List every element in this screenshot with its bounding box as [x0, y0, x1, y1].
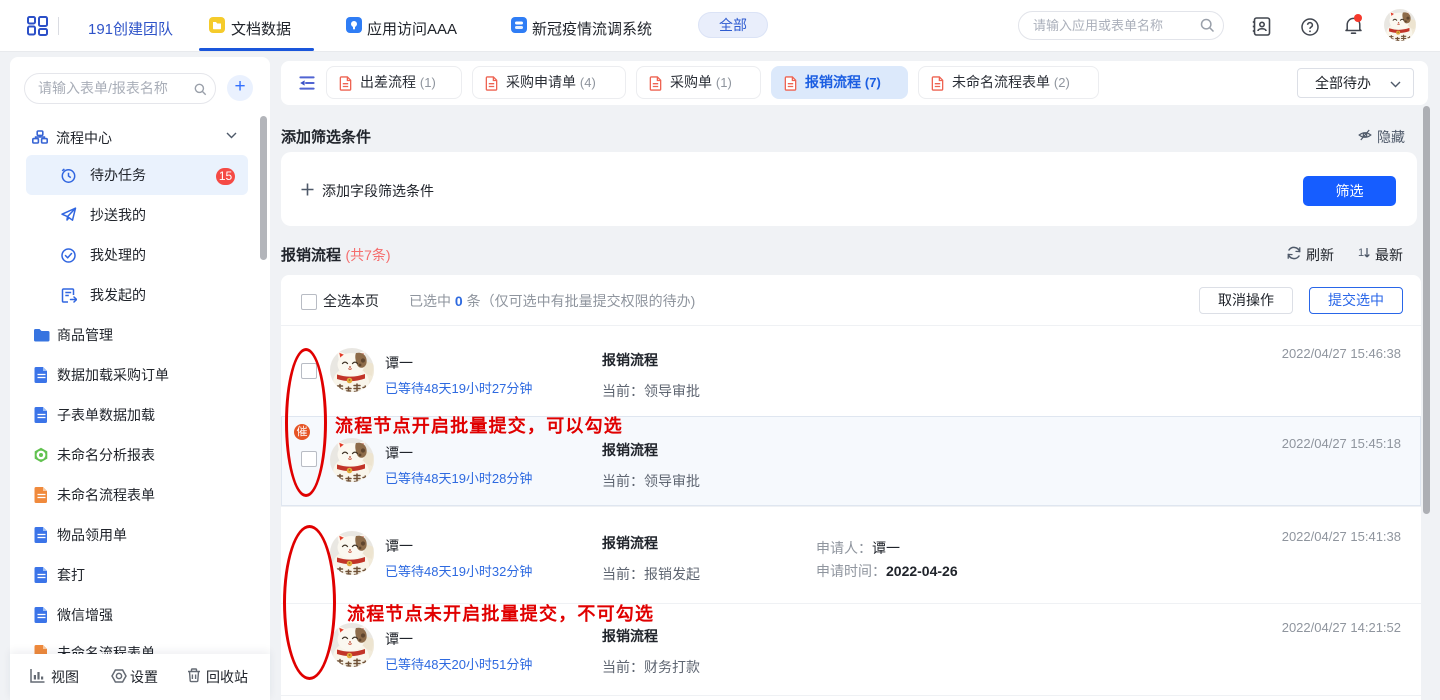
svg-text:1: 1	[1358, 247, 1364, 259]
